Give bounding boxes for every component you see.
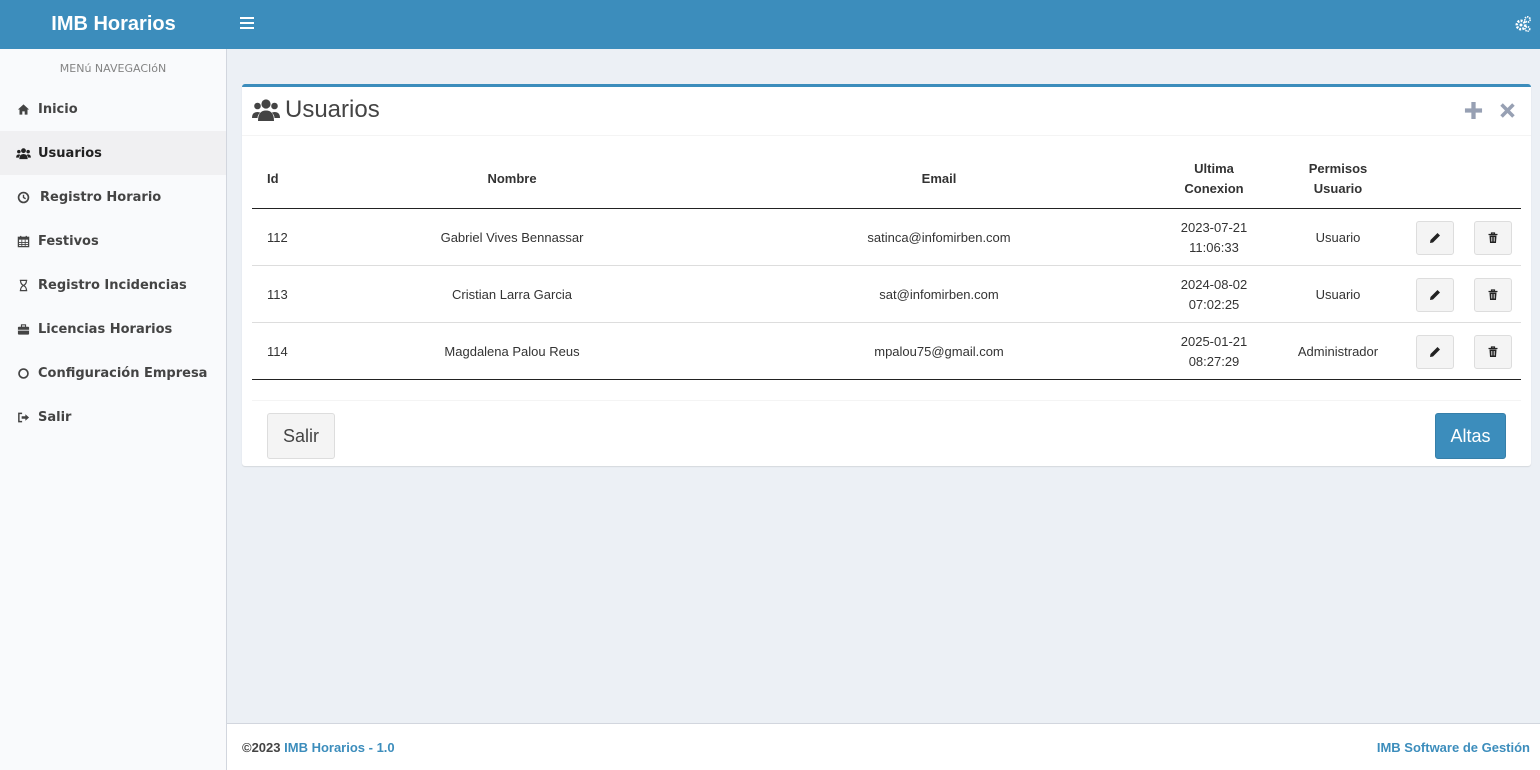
copyright-text: ©2023 bbox=[242, 740, 281, 755]
cell-permiso: Usuario bbox=[1315, 286, 1361, 302]
cell-time: 11:06:33 bbox=[1189, 239, 1239, 255]
col-header-permisos[interactable]: Permisos Usuario bbox=[1288, 149, 1388, 209]
plus-icon[interactable] bbox=[1463, 100, 1483, 120]
pencil-icon bbox=[1430, 290, 1440, 300]
home-icon bbox=[15, 102, 31, 116]
sidebar-item-label: Registro Incidencias bbox=[38, 277, 187, 293]
cell-id: 114 bbox=[267, 343, 288, 359]
sidebar: MENú NAVEGACIóN Inicio Usuarios Registro… bbox=[0, 49, 227, 770]
cogs-icon[interactable] bbox=[1514, 15, 1532, 33]
table-row: 112 Gabriel Vives Bennassar satinca@info… bbox=[252, 209, 1521, 266]
sidebar-item-label: Inicio bbox=[38, 101, 78, 117]
box-footer-divider bbox=[252, 400, 1521, 401]
sign-out-icon bbox=[15, 410, 31, 424]
menu-toggle-icon[interactable] bbox=[240, 17, 254, 31]
top-navbar: IMB Horarios bbox=[0, 0, 1540, 49]
sidebar-item-label: Usuarios bbox=[38, 145, 102, 161]
page-footer: ©2023 IMB Horarios - 1.0 IMB Software de… bbox=[227, 723, 1540, 770]
sidebar-item-salir[interactable]: Salir bbox=[0, 395, 226, 439]
users-table: Id Nombre Email Ultima Conexion Permisos U… bbox=[252, 149, 1521, 380]
cell-email: sat@infomirben.com bbox=[879, 286, 999, 302]
table-header: Id Nombre Email Ultima Conexion Permisos U… bbox=[252, 149, 1521, 209]
trash-icon bbox=[1488, 289, 1498, 300]
delete-button[interactable] bbox=[1474, 335, 1512, 369]
cell-id: 113 bbox=[267, 286, 288, 302]
col-header-text: Permisos bbox=[1308, 161, 1368, 176]
altas-button[interactable]: Altas bbox=[1435, 413, 1506, 459]
sidebar-item-label: Configuración Empresa bbox=[38, 365, 208, 381]
salir-button[interactable]: Salir bbox=[267, 413, 335, 459]
cell-id: 112 bbox=[267, 229, 288, 245]
footer-copyright: ©2023 IMB Horarios - 1.0 bbox=[242, 740, 395, 755]
cell-nombre: Magdalena Palou Reus bbox=[444, 343, 580, 359]
col-header-text: Ultima bbox=[1194, 161, 1234, 176]
cell-nombre: Gabriel Vives Bennassar bbox=[440, 229, 584, 245]
delete-button[interactable] bbox=[1474, 278, 1512, 312]
cell-ultima-conexion: 2025-01-21 08:27:29 bbox=[1164, 323, 1264, 380]
col-header-text: Usuario bbox=[1313, 181, 1363, 196]
sidebar-item-registro-horario[interactable]: Registro Horario bbox=[0, 175, 226, 219]
table-row: 114 Magdalena Palou Reus mpalou75@gmail.… bbox=[252, 323, 1521, 380]
circle-icon bbox=[15, 366, 31, 380]
footer-company-link[interactable]: IMB Software de Gestión bbox=[1377, 740, 1530, 755]
col-header-email[interactable]: Email bbox=[839, 149, 1039, 209]
sidebar-item-inicio[interactable]: Inicio bbox=[0, 87, 226, 131]
cell-email: mpalou75@gmail.com bbox=[874, 343, 1004, 359]
sidebar-item-usuarios[interactable]: Usuarios bbox=[0, 131, 226, 175]
sidebar-item-label: Salir bbox=[38, 409, 72, 425]
edit-button[interactable] bbox=[1416, 335, 1454, 369]
edit-button[interactable] bbox=[1416, 278, 1454, 312]
cell-date: 2025-01-21 bbox=[1180, 333, 1248, 349]
users-box: Usuarios Id Nombre Email Ultima Conexion … bbox=[242, 84, 1531, 466]
box-header: Usuarios bbox=[242, 87, 1531, 136]
sidebar-item-configuracion-empresa[interactable]: Configuración Empresa bbox=[0, 351, 226, 395]
cell-email: satinca@infomirben.com bbox=[867, 229, 1011, 245]
box-title-text: Usuarios bbox=[285, 96, 380, 123]
page-title: Usuarios bbox=[252, 96, 380, 124]
cell-date: 2024-08-02 bbox=[1180, 276, 1248, 292]
clock-icon bbox=[15, 190, 31, 204]
footer-app-link[interactable]: IMB Horarios - 1.0 bbox=[284, 740, 395, 755]
briefcase-icon bbox=[15, 322, 31, 336]
sidebar-item-label: Festivos bbox=[38, 233, 99, 249]
users-icon bbox=[252, 99, 280, 121]
cell-time: 08:27:29 bbox=[1188, 353, 1240, 369]
col-header-nombre[interactable]: Nombre bbox=[402, 149, 622, 209]
close-icon[interactable] bbox=[1497, 100, 1517, 120]
pencil-icon bbox=[1430, 347, 1440, 357]
sidebar-item-label: Licencias Horarios bbox=[38, 321, 173, 337]
table-row: 113 Cristian Larra Garcia sat@infomirben… bbox=[252, 266, 1521, 323]
cell-ultima-conexion: 2023-07-21 11:06:33 bbox=[1164, 209, 1264, 266]
sidebar-item-licencias-horarios[interactable]: Licencias Horarios bbox=[0, 307, 226, 351]
col-header-id[interactable]: Id bbox=[252, 149, 302, 209]
cell-date: 2023-07-21 bbox=[1180, 219, 1248, 235]
cell-permiso: Usuario bbox=[1315, 229, 1361, 245]
col-header-text: Conexion bbox=[1184, 181, 1244, 196]
pencil-icon bbox=[1430, 233, 1440, 243]
cell-ultima-conexion: 2024-08-02 07:02:25 bbox=[1164, 266, 1264, 323]
cell-permiso: Administrador bbox=[1297, 343, 1379, 359]
trash-icon bbox=[1488, 346, 1498, 357]
sidebar-item-registro-incidencias[interactable]: Registro Incidencias bbox=[0, 263, 226, 307]
app-brand[interactable]: IMB Horarios bbox=[0, 0, 227, 49]
calendar-icon bbox=[15, 234, 31, 248]
sidebar-item-festivos[interactable]: Festivos bbox=[0, 219, 226, 263]
cell-nombre: Cristian Larra Garcia bbox=[452, 286, 572, 302]
box-tools bbox=[1463, 100, 1517, 120]
users-icon bbox=[15, 146, 31, 160]
delete-button[interactable] bbox=[1474, 221, 1512, 255]
cell-time: 07:02:25 bbox=[1188, 296, 1240, 312]
col-header-ultima-conexion[interactable]: Ultima Conexion bbox=[1164, 149, 1264, 209]
trash-icon bbox=[1488, 232, 1498, 243]
sidebar-item-label: Registro Horario bbox=[40, 189, 162, 205]
menu-header: MENú NAVEGACIóN bbox=[59, 61, 167, 75]
hourglass-icon bbox=[15, 278, 31, 292]
edit-button[interactable] bbox=[1416, 221, 1454, 255]
